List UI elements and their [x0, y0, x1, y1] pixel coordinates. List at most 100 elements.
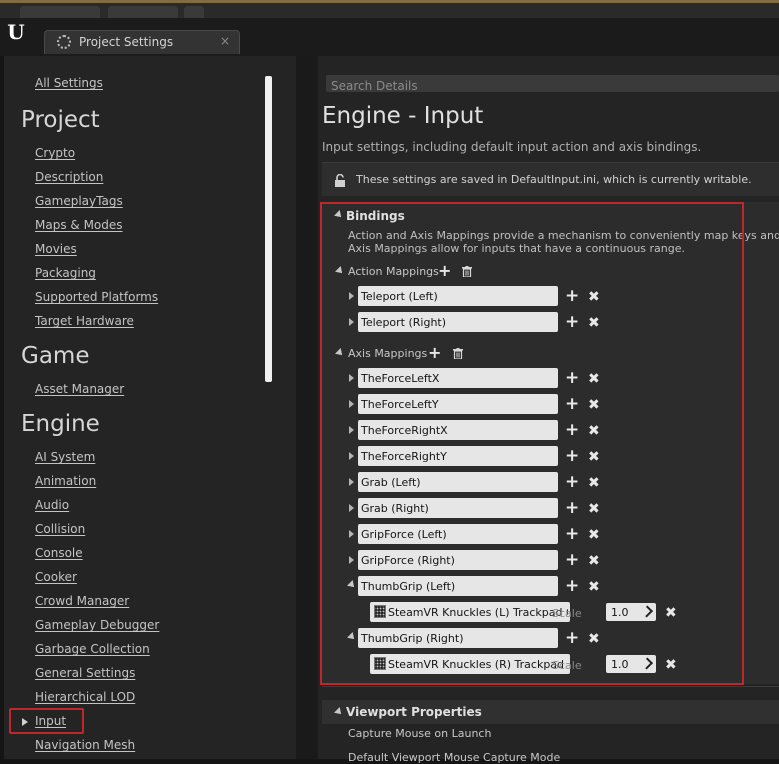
scale-input[interactable]: 1.0	[606, 603, 656, 621]
add-action-mapping-icon[interactable]: +	[438, 263, 451, 279]
add-key-icon[interactable]: +	[565, 314, 579, 331]
search-input[interactable]	[326, 77, 779, 95]
add-key-icon[interactable]: +	[565, 370, 579, 387]
key-selector[interactable]: SteamVR Knuckles (L) Trackpad GripForce	[370, 602, 570, 622]
remove-mapping-icon[interactable]: ✖	[588, 449, 600, 465]
sidebar-item-console[interactable]: Console	[35, 546, 83, 560]
add-key-icon[interactable]: +	[565, 422, 579, 439]
sidebar-item-hierarchical-lod[interactable]: Hierarchical LOD	[35, 690, 135, 704]
remove-mapping-icon[interactable]: ✖	[588, 371, 600, 387]
remove-mapping-icon[interactable]: ✖	[588, 501, 600, 517]
sidebar-item-gameplaytags[interactable]: GameplayTags	[35, 194, 123, 208]
expand-arrow-icon[interactable]	[349, 530, 354, 538]
add-key-icon[interactable]: +	[565, 630, 579, 647]
sidebar-item-general-settings[interactable]: General Settings	[35, 666, 135, 680]
axis-mapping-name[interactable]: TheForceRightY	[358, 446, 558, 466]
sidebar-item-audio[interactable]: Audio	[35, 498, 69, 512]
add-key-icon[interactable]: +	[565, 288, 579, 305]
gamepad-key-icon	[374, 657, 386, 670]
key-selector[interactable]: SteamVR Knuckles (R) Trackpad GripForce	[370, 654, 570, 674]
sidebar-item-packaging[interactable]: Packaging	[35, 266, 96, 280]
sidebar-item-target-hardware[interactable]: Target Hardware	[35, 314, 134, 328]
collapse-arrow-icon[interactable]	[334, 210, 344, 220]
add-key-icon[interactable]: +	[565, 474, 579, 491]
expand-arrow-icon[interactable]	[349, 478, 354, 486]
axis-mapping-name[interactable]: TheForceLeftX	[358, 368, 558, 388]
expand-arrow-icon[interactable]	[349, 504, 354, 512]
add-key-icon[interactable]: +	[565, 500, 579, 517]
sidebar-scrollbar[interactable]	[265, 76, 272, 382]
axis-mapping-name[interactable]: GripForce (Right)	[358, 550, 558, 570]
remove-mapping-icon[interactable]: ✖	[588, 579, 600, 595]
section-heading-game: Game	[21, 343, 90, 369]
remove-mapping-icon[interactable]: ✖	[588, 423, 600, 439]
panel-divider[interactable]	[296, 56, 318, 759]
expand-arrow-icon[interactable]	[349, 426, 354, 434]
capture-mouse-on-launch-label: Capture Mouse on Launch	[348, 727, 492, 740]
add-key-icon[interactable]: +	[565, 552, 579, 569]
sidebar-item-animation[interactable]: Animation	[35, 474, 96, 488]
remove-key-icon[interactable]: ✖	[665, 605, 677, 621]
axis-mapping-name[interactable]: TheForceLeftY	[358, 394, 558, 414]
expand-arrow-icon[interactable]	[349, 400, 354, 408]
sidebar-item-movies[interactable]: Movies	[35, 242, 77, 256]
section-separator	[322, 686, 779, 687]
remove-mapping-icon[interactable]: ✖	[588, 289, 600, 305]
sidebar-item-gameplay-debugger[interactable]: Gameplay Debugger	[35, 618, 159, 632]
remove-mapping-icon[interactable]: ✖	[588, 553, 600, 569]
search-details[interactable]	[326, 75, 779, 95]
add-key-icon[interactable]: +	[565, 396, 579, 413]
expand-arrow-icon[interactable]	[349, 452, 354, 460]
remove-mapping-icon[interactable]: ✖	[588, 631, 600, 647]
sidebar-item-description[interactable]: Description	[35, 170, 103, 184]
axis-mapping-name[interactable]: Grab (Right)	[358, 498, 558, 518]
axis-mapping-name[interactable]: ThumbGrip (Right)	[358, 628, 558, 648]
collapse-arrow-icon[interactable]	[347, 632, 357, 642]
axis-mapping-name[interactable]: ThumbGrip (Left)	[358, 576, 558, 596]
viewport-properties-header[interactable]: Viewport Properties	[322, 700, 779, 724]
add-axis-mapping-icon[interactable]: +	[428, 345, 441, 361]
collapse-arrow-icon[interactable]	[334, 707, 344, 717]
sidebar-item-supported-platforms[interactable]: Supported Platforms	[35, 290, 158, 304]
action-mapping-name[interactable]: Teleport (Left)	[358, 286, 558, 306]
remove-mapping-icon[interactable]: ✖	[588, 527, 600, 543]
action-mapping-name[interactable]: Teleport (Right)	[358, 312, 558, 332]
axis-mapping-name[interactable]: Grab (Left)	[358, 472, 558, 492]
axis-mapping-name[interactable]: TheForceRightX	[358, 420, 558, 440]
remove-mapping-icon[interactable]: ✖	[588, 397, 600, 413]
expand-arrow-icon[interactable]	[349, 556, 354, 564]
sidebar-item-asset-manager[interactable]: Asset Manager	[35, 382, 124, 396]
all-settings-link[interactable]: All Settings	[35, 76, 103, 90]
expand-arrow-icon[interactable]	[349, 374, 354, 382]
expand-arrow-icon[interactable]	[349, 292, 354, 300]
collapse-arrow-icon[interactable]	[335, 266, 345, 276]
clear-axis-mappings-trash-icon[interactable]	[453, 348, 463, 359]
notice-text: These settings are saved in DefaultInput…	[356, 173, 752, 186]
sidebar-item-navigation-mesh[interactable]: Navigation Mesh	[35, 738, 135, 752]
sidebar-item-collision[interactable]: Collision	[35, 522, 85, 536]
collapse-arrow-icon[interactable]	[335, 348, 345, 358]
remove-mapping-icon[interactable]: ✖	[588, 315, 600, 331]
sidebar-item-crowd-manager[interactable]: Crowd Manager	[35, 594, 129, 608]
sidebar-item-cooker[interactable]: Cooker	[35, 570, 77, 584]
clear-action-mappings-trash-icon[interactable]	[462, 266, 472, 277]
bindings-title[interactable]: Bindings	[346, 209, 405, 223]
axis-mapping-name[interactable]: GripForce (Left)	[358, 524, 558, 544]
sidebar-item-crypto[interactable]: Crypto	[35, 146, 75, 160]
scale-input[interactable]: 1.0	[606, 655, 656, 673]
sidebar-item-maps-modes[interactable]: Maps & Modes	[35, 218, 123, 232]
sidebar-item-ai-system[interactable]: AI System	[35, 450, 95, 464]
page-description: Input settings, including default input …	[322, 140, 702, 154]
remove-key-icon[interactable]: ✖	[665, 657, 677, 673]
add-key-icon[interactable]: +	[565, 448, 579, 465]
sidebar-item-garbage-collection[interactable]: Garbage Collection	[35, 642, 150, 656]
remove-mapping-icon[interactable]: ✖	[588, 475, 600, 491]
close-tab-icon[interactable]: ×	[220, 34, 230, 48]
add-key-icon[interactable]: +	[565, 578, 579, 595]
unreal-logo-icon: U	[7, 20, 25, 44]
expand-arrow-icon[interactable]	[349, 318, 354, 326]
tab-project-settings[interactable]: Project Settings ×	[44, 30, 240, 54]
collapse-arrow-icon[interactable]	[347, 580, 357, 590]
add-key-icon[interactable]: +	[565, 526, 579, 543]
sidebar-item-input[interactable]: Input	[35, 714, 66, 728]
